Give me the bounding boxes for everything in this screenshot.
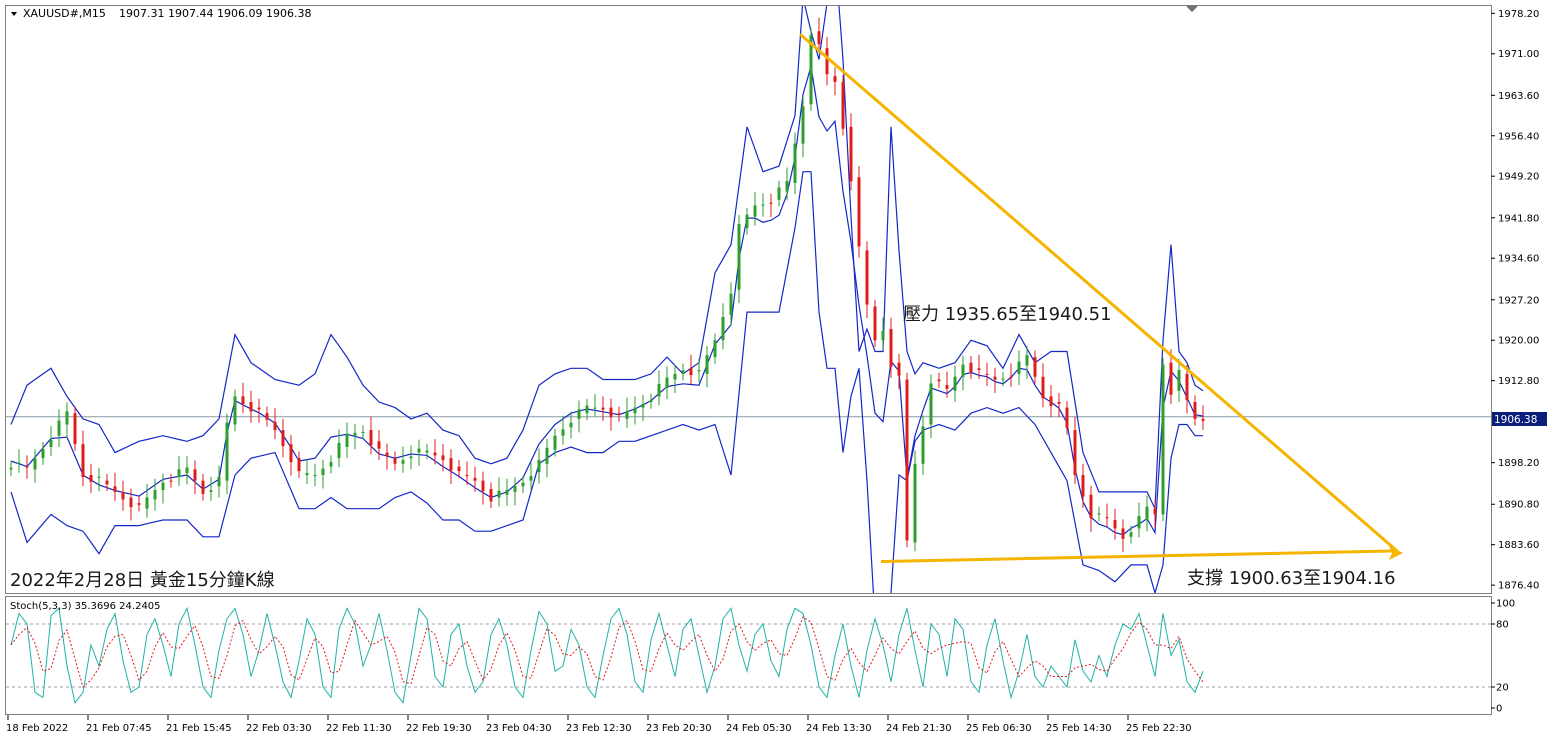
time-tick-label: 22 Feb 11:30 <box>326 723 392 734</box>
current-price-value: 1906.38 <box>1494 414 1537 426</box>
main-panel-frame <box>5 5 1492 594</box>
time-tick-label: 22 Feb 19:30 <box>406 723 472 734</box>
stoch-panel-frame <box>5 596 1492 715</box>
candle <box>857 166 861 258</box>
time-tick-label: 25 Feb 06:30 <box>966 723 1032 734</box>
candle <box>873 299 877 347</box>
price-tick-label: 1934.60 <box>1498 254 1539 265</box>
price-tick-label: 1941.80 <box>1498 213 1539 224</box>
price-tick-label: 1963.60 <box>1498 91 1539 102</box>
price-tick-label: 1978.20 <box>1498 9 1539 20</box>
price-tick-label: 1956.40 <box>1498 131 1539 142</box>
price-tick-label: 1883.60 <box>1498 540 1539 551</box>
price-tick-label: 1890.80 <box>1498 500 1539 511</box>
chart-symbol: XAUUSD#,M15 <box>23 7 106 20</box>
price-tick-label: 1927.20 <box>1498 295 1539 306</box>
time-tick-label: 25 Feb 22:30 <box>1126 723 1192 734</box>
price-axis: 1978.20 1971.00 1963.60 1956.40 1949.20 1941.… <box>1491 9 1539 592</box>
candle <box>913 450 917 552</box>
stoch-tick-label: 80 <box>1496 620 1509 631</box>
time-tick-label: 24 Feb 21:30 <box>886 723 952 734</box>
support-label: 支撐 1900.63至1904.16 <box>1187 568 1396 589</box>
time-tick-label: 24 Feb 13:30 <box>806 723 872 734</box>
stoch-tick-label: 100 <box>1496 599 1515 610</box>
time-tick-label: 18 Feb 2022 <box>6 723 68 734</box>
price-tick-label: 1949.20 <box>1498 172 1539 183</box>
time-tick-label: 23 Feb 04:30 <box>486 723 552 734</box>
stoch-tick-label: 0 <box>1496 704 1502 715</box>
stoch-tick-label: 20 <box>1496 683 1509 694</box>
time-tick-label: 25 Feb 14:30 <box>1046 723 1112 734</box>
time-tick-label: 23 Feb 12:30 <box>566 723 632 734</box>
price-tick-label: 1876.40 <box>1498 581 1539 592</box>
time-tick-label: 21 Feb 15:45 <box>166 723 232 734</box>
candle <box>841 75 845 136</box>
price-tick-label: 1920.00 <box>1498 336 1539 347</box>
stoch-label: Stoch(5,3,3) 35.3696 24.2405 <box>10 601 161 612</box>
chart-caption: 2022年2月28日 黃金15分鐘K線 <box>10 570 275 591</box>
time-tick-label: 21 Feb 07:45 <box>86 723 152 734</box>
time-axis: 18 Feb 2022 21 Feb 07:45 21 Feb 15:45 22 Fe… <box>6 715 1192 734</box>
candle <box>905 372 909 548</box>
price-tick-label: 1912.80 <box>1498 376 1539 387</box>
candle <box>1161 357 1165 522</box>
time-tick-label: 23 Feb 20:30 <box>646 723 712 734</box>
xauusd-m15-chart: 100 80 20 0 1978.20 1971.00 1963.60 1956.40 194… <box>5 5 1547 734</box>
price-tick-label: 1898.20 <box>1498 458 1539 469</box>
time-tick-label: 24 Feb 05:30 <box>726 723 792 734</box>
time-tick-label: 22 Feb 03:30 <box>246 723 312 734</box>
price-tick-label: 1971.00 <box>1498 49 1539 60</box>
chart-ohlc: 1907.31 1907.44 1906.09 1906.38 <box>119 7 311 20</box>
resistance-label: 壓力 1935.65至1940.51 <box>903 304 1112 325</box>
